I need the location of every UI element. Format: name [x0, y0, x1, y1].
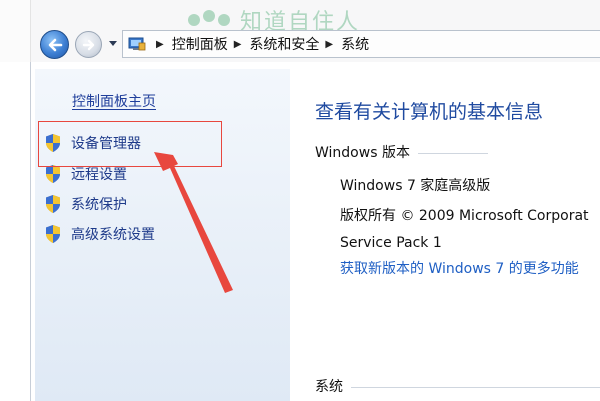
sidebar-item-label: 远程设置 — [71, 167, 127, 183]
back-arrow-icon — [48, 38, 63, 52]
system-section-title: 系统 — [315, 376, 600, 396]
control-panel-home-link[interactable]: 控制面板主页 — [72, 91, 156, 111]
navigation-bar: ▶ 控制面板 ▶ 系统和安全 ▶ 系统 — [30, 28, 600, 62]
watermark-logo-icon — [186, 10, 232, 30]
sidebar-item-system-protection[interactable]: 系统保护 — [44, 194, 127, 214]
breadcrumb-separator-icon[interactable]: ▶ — [234, 39, 242, 50]
page-title: 查看有关计算机的基本信息 — [315, 101, 544, 123]
get-more-features-link[interactable]: 获取新版本的 Windows 7 的更多功能 — [340, 258, 579, 278]
copyright-text: 版权所有 © 2009 Microsoft Corporat — [340, 208, 589, 224]
uac-shield-icon — [46, 165, 60, 183]
recent-pages-dropdown-icon[interactable] — [108, 40, 118, 48]
windows-edition-section-title: Windows 版本 — [315, 142, 488, 162]
section-title-text: Windows 版本 — [315, 145, 410, 161]
sidebar-item-advanced-system-settings[interactable]: 高级系统设置 — [44, 224, 155, 244]
uac-shield-icon — [46, 225, 60, 243]
uac-shield-icon — [46, 195, 60, 213]
windows-edition-value: Windows 7 家庭高级版 — [340, 178, 491, 194]
back-button[interactable] — [40, 30, 69, 59]
annotation-highlight-box — [38, 121, 222, 167]
section-divider — [351, 386, 600, 388]
forward-arrow-icon — [82, 39, 95, 51]
service-pack-value: Service Pack 1 — [340, 235, 442, 251]
sidebar: 控制面板主页 设备管理器 远程设置 系统保护 高级系统设置 — [35, 69, 290, 401]
sidebar-item-label: 系统保护 — [71, 197, 127, 213]
breadcrumb-separator-icon[interactable]: ▶ — [156, 39, 164, 50]
sidebar-item-remote-settings[interactable]: 远程设置 — [44, 164, 127, 184]
breadcrumb-system-and-security[interactable]: 系统和安全 — [249, 34, 319, 54]
section-title-text: 系统 — [315, 379, 343, 395]
control-panel-icon — [128, 37, 146, 51]
breadcrumb-control-panel[interactable]: 控制面板 — [172, 34, 228, 54]
outer-left-bar — [0, 0, 31, 62]
address-bar[interactable]: ▶ 控制面板 ▶ 系统和安全 ▶ 系统 — [122, 30, 600, 58]
breadcrumb-system[interactable]: 系统 — [341, 34, 369, 54]
breadcrumb-separator-icon[interactable]: ▶ — [325, 39, 333, 50]
main-content: 查看有关计算机的基本信息 Windows 版本 Windows 7 家庭高级版 … — [290, 69, 600, 401]
sidebar-item-label: 高级系统设置 — [71, 227, 155, 243]
forward-button[interactable] — [75, 31, 102, 58]
section-divider — [417, 152, 488, 154]
